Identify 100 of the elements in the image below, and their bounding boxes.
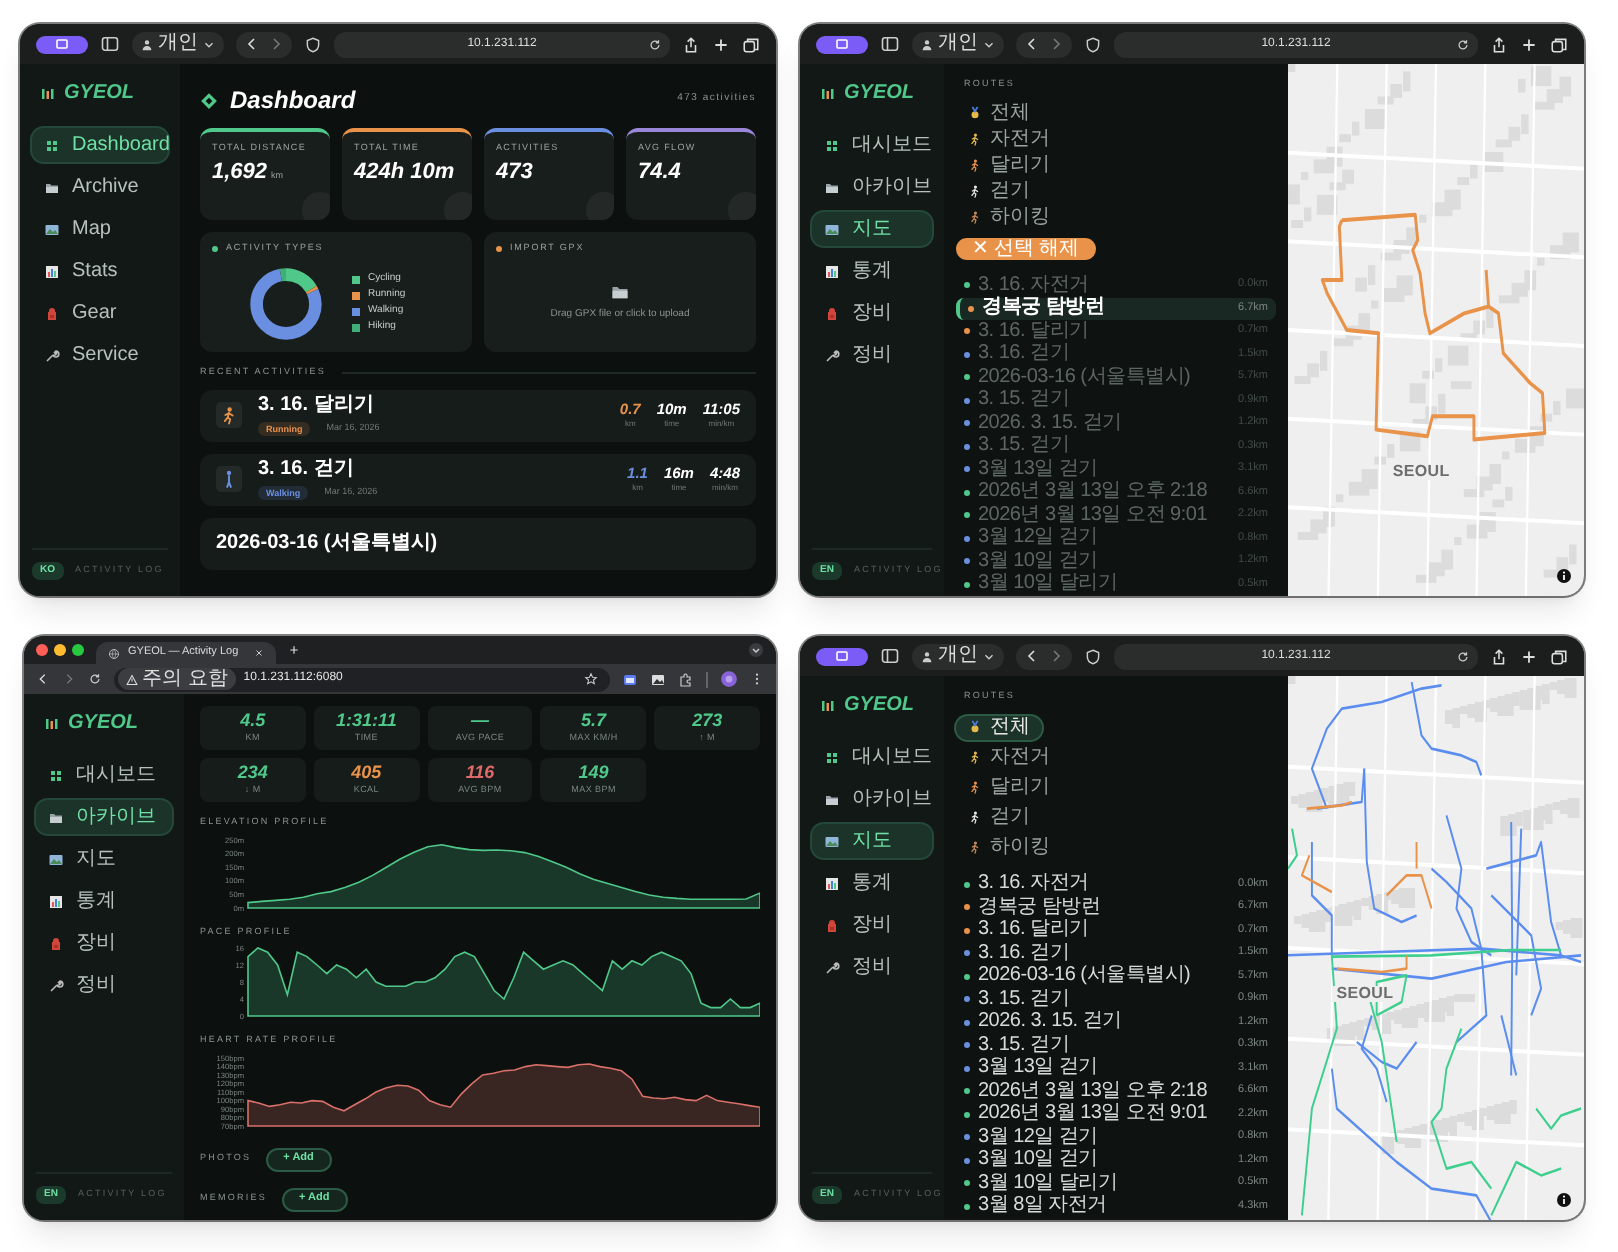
star-icon[interactable] (584, 672, 598, 686)
puzzle-icon[interactable] (678, 671, 694, 687)
image-icon[interactable] (650, 671, 666, 687)
nav-item[interactable]: 지도 (36, 842, 172, 876)
minimize-window-button[interactable] (54, 644, 66, 656)
route-name: 경복궁 탐방런 (982, 298, 1105, 319)
nav-item[interactable]: 장비 (812, 908, 932, 942)
security-warning-chip[interactable]: 주의 요함 (118, 668, 236, 690)
nav-item[interactable]: 정비 (36, 968, 172, 1002)
nav-item[interactable]: Service (32, 338, 168, 372)
route-name: 3. 16. 걷기 (978, 344, 1070, 365)
filter-chip[interactable]: 걷기 (956, 181, 1042, 202)
filter-chip[interactable]: 하이킹 (956, 835, 1062, 859)
plus-icon[interactable] (1520, 35, 1538, 53)
info-button[interactable] (1556, 568, 1572, 584)
nav-item[interactable]: 통계 (812, 866, 932, 900)
back-icon[interactable] (36, 672, 50, 686)
nav-item[interactable]: Dashboard (32, 128, 168, 162)
map-label: SEOUL (1332, 986, 1398, 1003)
info-button[interactable] (1556, 1192, 1572, 1208)
grid-icon (824, 749, 840, 765)
nav-item[interactable]: 대시보드 (812, 740, 932, 774)
share-icon[interactable] (682, 35, 700, 53)
nav-item[interactable]: 지도 (812, 212, 932, 246)
route-name: 2026. 3. 15. 걷기 (978, 413, 1122, 434)
tabs-icon[interactable] (742, 35, 760, 53)
nav-item[interactable]: 장비 (36, 926, 172, 960)
wrench-icon (44, 347, 60, 363)
nav-item[interactable]: 통계 (36, 884, 172, 918)
tab-group-button[interactable] (36, 35, 88, 53)
forward-icon[interactable] (1048, 648, 1064, 664)
sidebar-icon[interactable] (880, 34, 900, 54)
profile-avatar-icon[interactable] (720, 670, 738, 688)
reload-icon[interactable] (648, 37, 662, 51)
close-icon[interactable] (254, 648, 264, 658)
nav-item[interactable]: 장비 (812, 296, 932, 330)
tabs-icon[interactable] (1550, 35, 1568, 53)
filter-chip[interactable]: 자전거 (956, 745, 1062, 769)
reload-icon[interactable] (1456, 649, 1470, 663)
filter-chip[interactable]: 하이킹 (956, 207, 1062, 229)
nav-item[interactable]: 통계 (812, 254, 932, 288)
nav-item[interactable]: 아카이브 (812, 782, 932, 816)
profile-button[interactable]: 개인 (132, 31, 224, 57)
shield-icon[interactable] (1084, 647, 1102, 665)
filter-chip[interactable]: 전체 (956, 715, 1042, 739)
nav-item[interactable]: Stats (32, 254, 168, 288)
tab-group-button[interactable] (816, 35, 868, 53)
activity-row[interactable]: 2026-03-16 (서울특별시) (200, 517, 756, 569)
nav-item[interactable]: 지도 (812, 824, 932, 858)
nav-item[interactable]: Gear (32, 296, 168, 330)
window-icon[interactable] (622, 671, 638, 687)
tabs-icon[interactable] (1550, 647, 1568, 665)
reload-icon[interactable] (88, 672, 102, 686)
profile-button[interactable]: 개인 (912, 643, 1004, 669)
route-name: 3. 16. 자전거 (978, 874, 1089, 895)
maximize-window-button[interactable] (72, 644, 84, 656)
tab-group-button[interactable] (816, 647, 868, 665)
logo-icon (820, 698, 836, 714)
stat-value: 424h 10m (354, 161, 455, 183)
activity-title: 3. 16. 걷기 (258, 459, 356, 479)
route-name: 3. 16. 자전거 (978, 275, 1089, 296)
share-icon[interactable] (1490, 647, 1508, 665)
nav-item[interactable]: Archive (32, 170, 168, 204)
profile-button[interactable]: 개인 (912, 31, 1004, 57)
route-name: 3월 12일 걷기 (978, 1127, 1098, 1148)
app-logo: GYEOL (64, 84, 135, 104)
nav-item[interactable]: 정비 (812, 950, 932, 984)
share-icon[interactable] (1490, 35, 1508, 53)
close-window-button[interactable] (36, 644, 48, 656)
nav-item[interactable]: 대시보드 (812, 128, 932, 162)
filter-chip[interactable]: 전체 (956, 103, 1042, 124)
person-icon (968, 184, 982, 199)
tab-list-button[interactable] (748, 642, 764, 658)
back-icon[interactable] (1024, 648, 1040, 664)
route-name: 2026년 3월 13일 오전 9:01 (978, 505, 1208, 526)
more-menu-icon[interactable] (750, 672, 764, 686)
back-icon[interactable] (1024, 36, 1040, 52)
forward-icon[interactable] (62, 672, 76, 686)
nav-item[interactable]: 대시보드 (36, 758, 172, 792)
shield-icon[interactable] (304, 35, 322, 53)
plus-icon[interactable] (712, 35, 730, 53)
filter-chip[interactable]: 자전거 (956, 129, 1062, 150)
forward-icon[interactable] (268, 36, 284, 52)
filter-chip[interactable]: 달리기 (956, 155, 1062, 176)
nav-item[interactable]: 아카이브 (812, 170, 932, 204)
route-name: 3월 8일 자전거 (978, 1196, 1107, 1217)
sidebar-icon[interactable] (100, 34, 120, 54)
forward-icon[interactable] (1048, 36, 1064, 52)
nav-item[interactable]: 정비 (812, 338, 932, 372)
plus-icon[interactable] (1520, 647, 1538, 665)
filter-chip[interactable]: 걷기 (956, 805, 1042, 829)
shield-icon[interactable] (1084, 35, 1102, 53)
plus-icon[interactable] (288, 644, 300, 656)
filter-chip[interactable]: 달리기 (956, 775, 1062, 799)
route-name: 3월 10일 걷기 (978, 551, 1098, 572)
reload-icon[interactable] (1456, 37, 1470, 51)
nav-item[interactable]: Map (32, 212, 168, 246)
nav-item[interactable]: 아카이브 (36, 800, 172, 834)
back-icon[interactable] (244, 36, 260, 52)
sidebar-icon[interactable] (880, 646, 900, 666)
